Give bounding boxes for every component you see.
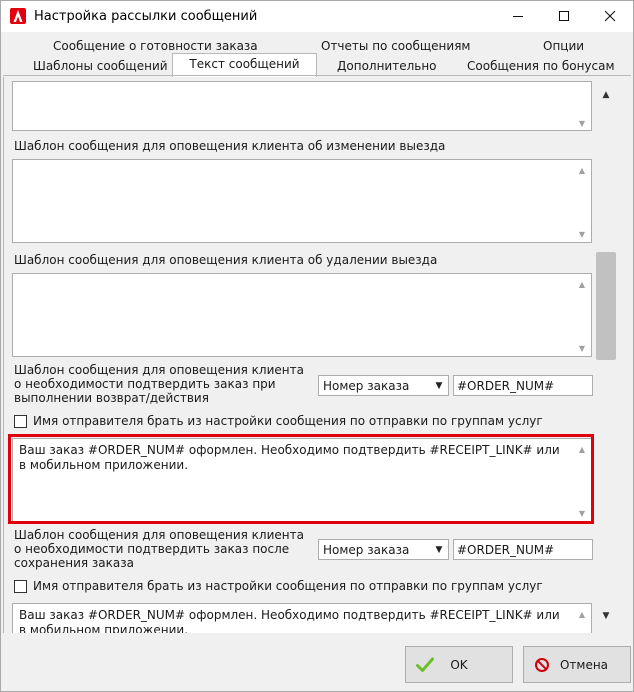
tab-additional[interactable]: Дополнительно — [337, 59, 437, 73]
template-memo-change-visit[interactable]: ▲ ▼ — [12, 159, 592, 243]
memo-scroll-up-icon[interactable]: ▲ — [579, 610, 585, 619]
window-title: Настройка рассылки сообщений — [34, 9, 258, 24]
memo-scroll-up-icon[interactable]: ▲ — [579, 280, 585, 289]
tab-bonus-messages[interactable]: Сообщения по бонусам — [467, 59, 615, 73]
close-icon — [604, 10, 616, 22]
dialog-window: Настройка рассылки сообщений Сообщение о… — [0, 0, 634, 692]
template-memo-top[interactable]: ▼ — [12, 81, 592, 131]
message-templates-panel: ▼ Шаблон сообщения для оповещения клиент… — [3, 77, 594, 633]
app-logo-icon — [10, 8, 26, 24]
cancel-button-label: Отмена — [559, 658, 609, 672]
tab-message-text[interactable]: Текст сообщений — [172, 53, 317, 77]
minimize-button[interactable] — [495, 1, 541, 31]
tab-strip: Сообщение о готовности заказа Отчеты по … — [1, 32, 633, 77]
variable-code-field-1[interactable]: #ORDER_NUM# — [453, 375, 593, 396]
maximize-icon — [559, 11, 569, 21]
variable-select-value: Номер заказа — [323, 543, 410, 557]
ok-button-label: OK — [450, 658, 468, 672]
memo-scroll-down-icon[interactable]: ▼ — [579, 344, 585, 353]
maximize-button[interactable] — [541, 1, 587, 31]
panel-scrollbar[interactable]: ▲ ▼ — [594, 77, 618, 633]
highlight-box — [8, 434, 594, 524]
sender-name-checkbox-2[interactable]: Имя отправителя брать из настройки сообщ… — [14, 579, 543, 593]
sender-name-checkbox-1[interactable]: Имя отправителя брать из настройки сообщ… — [14, 414, 543, 428]
label-delete-visit: Шаблон сообщения для оповещения клиента … — [14, 253, 438, 267]
tab-divider — [3, 75, 631, 76]
label-confirm-after-save: Шаблон сообщения для оповещения клиента … — [14, 528, 304, 570]
memo-text: Ваш заказ #ORDER_NUM# оформлен. Необходи… — [19, 608, 564, 633]
checkbox-label: Имя отправителя брать из настройки сообщ… — [33, 579, 543, 593]
tab-message-reports[interactable]: Отчеты по сообщениям — [321, 39, 470, 53]
scroll-down-icon[interactable]: ▼ — [600, 610, 612, 622]
checkbox-label: Имя отправителя брать из настройки сообщ… — [33, 414, 543, 428]
memo-scroll-down-icon[interactable]: ▼ — [579, 230, 585, 239]
label-change-visit: Шаблон сообщения для оповещения клиента … — [14, 139, 446, 153]
minimize-icon — [513, 16, 523, 17]
variable-select-1[interactable]: Номер заказа ▼ — [318, 375, 449, 396]
dialog-footer: OK Отмена — [1, 633, 633, 691]
variable-select-2[interactable]: Номер заказа ▼ — [318, 539, 449, 560]
variable-select-value: Номер заказа — [323, 379, 410, 393]
memo-scroll-down-icon[interactable]: ▼ — [579, 119, 585, 128]
tab-order-ready-message[interactable]: Сообщение о готовности заказа — [53, 39, 258, 53]
cancel-button[interactable]: Отмена — [523, 646, 631, 683]
chevron-down-icon: ▼ — [435, 545, 443, 555]
checkbox-box[interactable] — [14, 579, 27, 593]
chevron-down-icon: ▼ — [435, 381, 443, 391]
title-bar: Настройка рассылки сообщений — [1, 1, 633, 32]
label-confirm-on-action: Шаблон сообщения для оповещения клиента … — [14, 363, 304, 405]
template-memo-delete-visit[interactable]: ▲ ▼ — [12, 273, 592, 357]
ok-button[interactable]: OK — [405, 646, 513, 683]
close-button[interactable] — [587, 1, 633, 31]
scrollbar-thumb[interactable] — [596, 252, 616, 360]
template-memo-confirm-after-save[interactable]: Ваш заказ #ORDER_NUM# оформлен. Необходи… — [12, 603, 592, 633]
tab-message-templates[interactable]: Шаблоны сообщений — [33, 59, 168, 73]
scroll-up-icon[interactable]: ▲ — [600, 89, 612, 101]
memo-scroll-up-icon[interactable]: ▲ — [579, 166, 585, 175]
variable-code-field-2[interactable]: #ORDER_NUM# — [453, 539, 593, 560]
checkbox-box[interactable] — [14, 414, 27, 428]
variable-code-value: #ORDER_NUM# — [457, 379, 555, 393]
tab-options[interactable]: Опции — [543, 39, 584, 53]
variable-code-value: #ORDER_NUM# — [457, 543, 555, 557]
